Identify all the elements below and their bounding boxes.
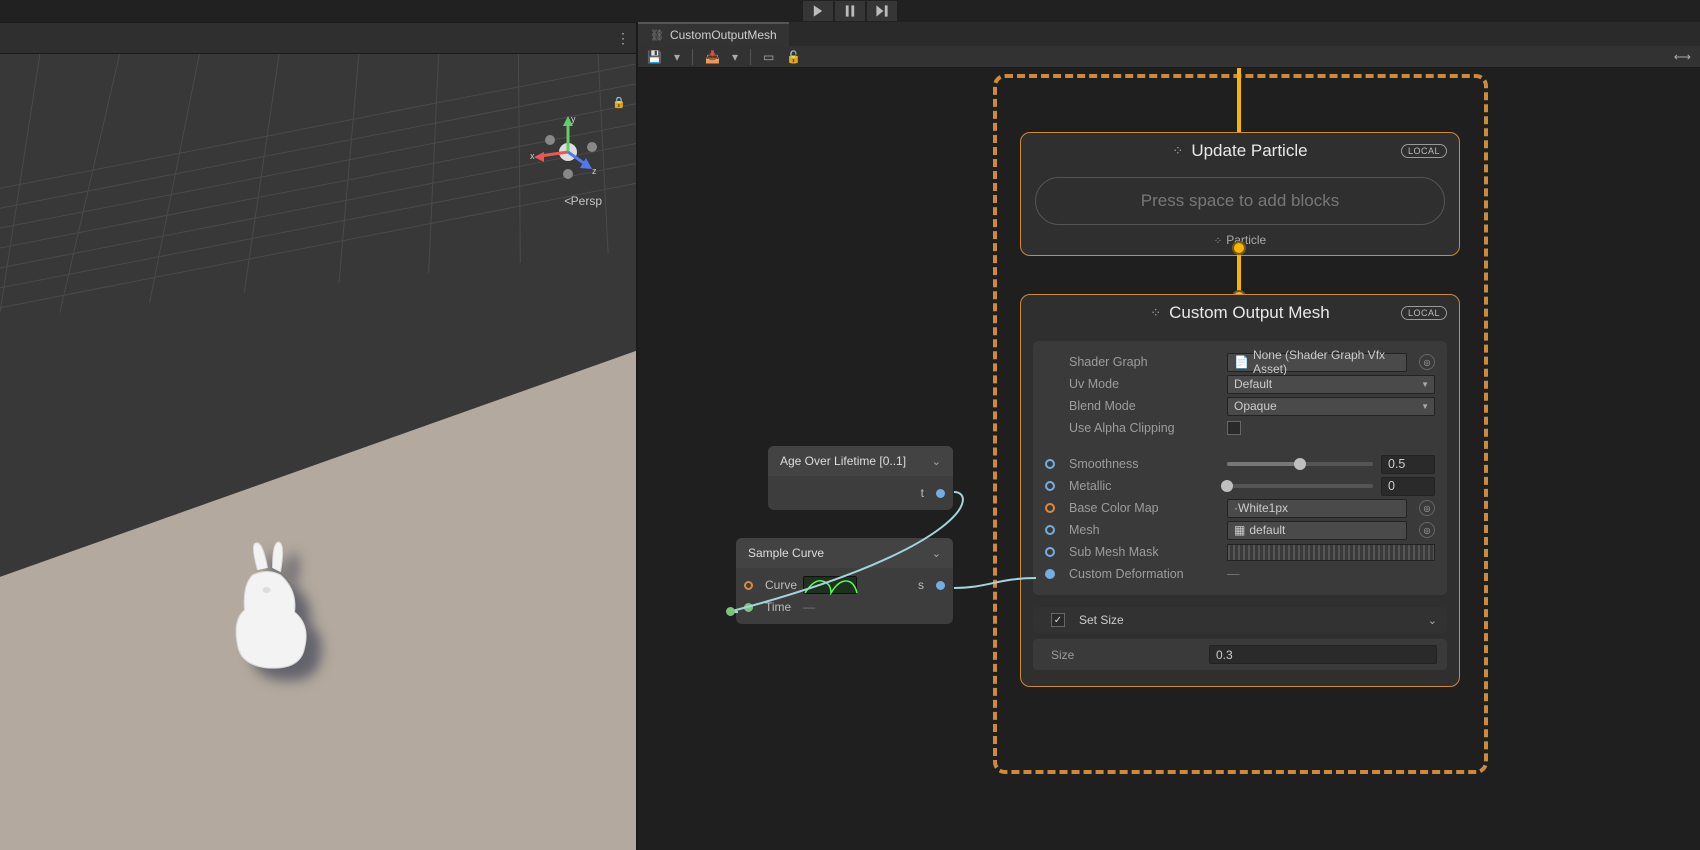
playback-controls bbox=[0, 0, 1700, 22]
shader-graph-row: Shader Graph 📄 None (Shader Graph Vfx As… bbox=[1045, 351, 1435, 373]
svg-text:z: z bbox=[592, 166, 597, 176]
smoothness-slider[interactable] bbox=[1227, 462, 1373, 466]
lock-icon[interactable]: 🔓 bbox=[783, 48, 804, 66]
input-port-connected[interactable] bbox=[1045, 569, 1055, 579]
update-particle-node[interactable]: ⁘ Update Particle LOCAL Press space to a… bbox=[1020, 132, 1460, 256]
output-label: t bbox=[921, 486, 924, 500]
local-badge: LOCAL bbox=[1401, 144, 1447, 158]
save-icon[interactable]: 💾 bbox=[644, 48, 665, 66]
add-blocks-placeholder[interactable]: Press space to add blocks bbox=[1035, 177, 1445, 225]
set-size-block[interactable]: ✓ Set Size ⌄ bbox=[1033, 607, 1447, 633]
mesh-field[interactable]: ▦ default bbox=[1227, 521, 1407, 540]
blend-mode-dropdown[interactable]: Opaque bbox=[1227, 397, 1435, 416]
flow-port-out[interactable] bbox=[1232, 241, 1246, 255]
gizmo-lock-icon[interactable]: 🔒 bbox=[612, 96, 626, 109]
input-port[interactable] bbox=[1045, 525, 1055, 535]
pause-button[interactable] bbox=[835, 1, 865, 21]
bunny-mesh[interactable] bbox=[220, 540, 325, 680]
node-title: Update Particle bbox=[1191, 141, 1307, 161]
output-label: s bbox=[918, 578, 924, 592]
custom-deformation-row: Custom Deformation — bbox=[1045, 563, 1435, 585]
scene-panel: ⋮ ◈ ▼ ● ▼ 2D 💡 🔇 ✨ ☁ 👁̶ ▦ ▼ 🛠 ▼ 📷 ▼ ⊕ ▼ bbox=[0, 22, 638, 850]
smoothness-value[interactable]: 0.5 bbox=[1381, 455, 1435, 474]
op-title: Age Over Lifetime [0..1] bbox=[780, 454, 906, 468]
op-header: Age Over Lifetime [0..1] ⌄ bbox=[768, 446, 953, 476]
metallic-value[interactable]: 0 bbox=[1381, 477, 1435, 496]
node-body: Shader Graph 📄 None (Shader Graph Vfx As… bbox=[1033, 341, 1447, 595]
input-port[interactable] bbox=[1045, 481, 1055, 491]
object-picker-icon[interactable]: ◎ bbox=[1419, 354, 1435, 370]
input-port[interactable] bbox=[1045, 503, 1055, 513]
external-port[interactable] bbox=[726, 607, 735, 616]
local-badge: LOCAL bbox=[1401, 306, 1447, 320]
scene-header: ⋮ bbox=[0, 22, 636, 54]
uv-mode-dropdown[interactable]: Default bbox=[1227, 375, 1435, 394]
sample-curve-node[interactable]: Sample Curve ⌄ Curve s bbox=[736, 538, 953, 624]
perspective-label[interactable]: Persp bbox=[564, 194, 602, 208]
step-button[interactable] bbox=[867, 1, 897, 21]
fit-icon[interactable]: ⟷ bbox=[1671, 48, 1694, 66]
output-port[interactable] bbox=[936, 581, 945, 590]
svg-text:y: y bbox=[571, 114, 576, 124]
compile-icon[interactable]: 📥 bbox=[702, 48, 723, 66]
scene-viewport[interactable]: 🔒 x y z Persp bbox=[0, 54, 636, 850]
graph-canvas[interactable]: ⁘ Update Particle LOCAL Press space to a… bbox=[638, 68, 1700, 850]
orientation-gizmo[interactable]: x y z bbox=[530, 114, 606, 190]
custom-output-mesh-node[interactable]: ⁘ Custom Output Mesh LOCAL Shader Graph … bbox=[1020, 294, 1460, 687]
node-title: Custom Output Mesh bbox=[1169, 303, 1330, 323]
svg-text:x: x bbox=[530, 151, 535, 161]
graph-panel: ⛓ CustomOutputMesh 💾 ▾ 📥 ▾ ▭ 🔓 ⟷ ⁘ Upd bbox=[638, 22, 1700, 850]
object-picker-icon[interactable]: ◎ bbox=[1419, 500, 1435, 516]
node-header: ⁘ Custom Output Mesh LOCAL bbox=[1021, 295, 1459, 331]
chevron-down-icon[interactable]: ⌄ bbox=[932, 547, 941, 560]
graph-tab[interactable]: ⛓ CustomOutputMesh bbox=[638, 22, 789, 46]
op-title: Sample Curve bbox=[748, 546, 824, 560]
smoothness-row: Smoothness 0.5 bbox=[1045, 453, 1435, 475]
time-input-port[interactable] bbox=[744, 603, 753, 612]
metallic-row: Metallic 0 bbox=[1045, 475, 1435, 497]
flow-edge bbox=[1237, 68, 1241, 134]
output-port[interactable] bbox=[936, 489, 945, 498]
base-color-field[interactable]: ·White1px bbox=[1227, 499, 1407, 518]
metallic-slider[interactable] bbox=[1227, 484, 1373, 488]
input-port[interactable] bbox=[1045, 459, 1055, 469]
scene-menu-icon[interactable]: ⋮ bbox=[616, 30, 630, 47]
base-color-row: Base Color Map ·White1px ◎ bbox=[1045, 497, 1435, 519]
alpha-clipping-checkbox[interactable] bbox=[1227, 421, 1241, 435]
mesh-row: Mesh ▦ default ◎ bbox=[1045, 519, 1435, 541]
blend-mode-row: Blend Mode Opaque bbox=[1045, 395, 1435, 417]
blackboard-icon[interactable]: ▭ bbox=[760, 48, 777, 66]
shader-graph-field[interactable]: 📄 None (Shader Graph Vfx Asset) bbox=[1227, 353, 1407, 372]
graph-toolbar: 💾 ▾ 📥 ▾ ▭ 🔓 ⟷ bbox=[638, 46, 1700, 68]
size-row: Size 0.3 bbox=[1033, 639, 1447, 670]
size-field[interactable]: 0.3 bbox=[1209, 645, 1437, 664]
vfx-asset-icon: ⛓ bbox=[650, 29, 664, 42]
op-header: Sample Curve ⌄ bbox=[736, 538, 953, 568]
node-header: ⁘ Update Particle LOCAL bbox=[1021, 133, 1459, 169]
submesh-row: Sub Mesh Mask bbox=[1045, 541, 1435, 563]
dropdown-arrow-icon-2[interactable]: ▾ bbox=[729, 48, 741, 66]
uv-mode-row: Uv Mode Default bbox=[1045, 373, 1435, 395]
curve-preview[interactable] bbox=[803, 576, 857, 594]
chevron-down-icon[interactable]: ⌄ bbox=[932, 455, 941, 468]
input-port[interactable] bbox=[1045, 547, 1055, 557]
age-over-lifetime-node[interactable]: Age Over Lifetime [0..1] ⌄ t bbox=[768, 446, 953, 510]
time-label: Time bbox=[765, 600, 791, 614]
particle-icon: ⁘ bbox=[1172, 143, 1183, 159]
chevron-down-icon[interactable]: ⌄ bbox=[1428, 614, 1437, 627]
graph-tab-bar: ⛓ CustomOutputMesh bbox=[638, 22, 1700, 46]
tab-title: CustomOutputMesh bbox=[670, 28, 777, 42]
object-picker-icon[interactable]: ◎ bbox=[1419, 522, 1435, 538]
submesh-mask-field[interactable] bbox=[1227, 544, 1435, 561]
curve-input-port[interactable] bbox=[744, 581, 753, 590]
particle-icon: ⁘ bbox=[1150, 305, 1161, 321]
dropdown-arrow-icon[interactable]: ▾ bbox=[671, 48, 683, 66]
alpha-clipping-row: Use Alpha Clipping bbox=[1045, 417, 1435, 439]
play-button[interactable] bbox=[803, 1, 833, 21]
set-size-checkbox[interactable]: ✓ bbox=[1051, 613, 1065, 627]
curve-label: Curve bbox=[765, 578, 797, 592]
